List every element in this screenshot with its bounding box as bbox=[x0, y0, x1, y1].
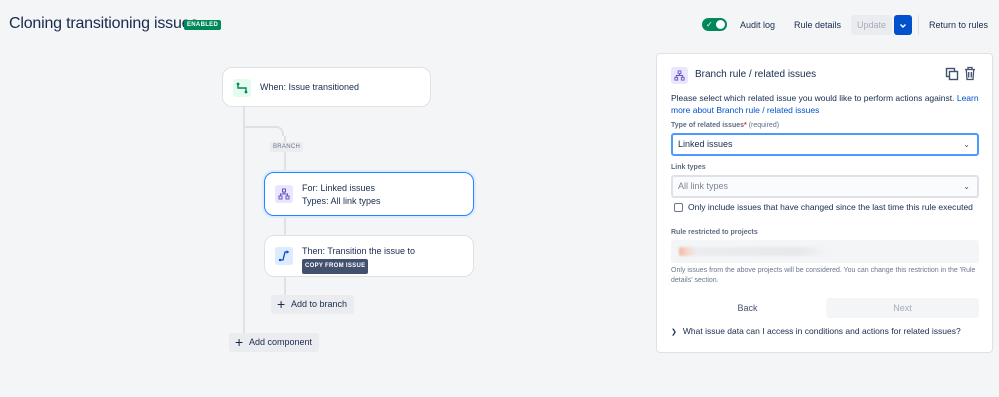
description-text: Please select which related issue you wo… bbox=[671, 93, 957, 103]
branch-tree-icon bbox=[671, 67, 688, 84]
add-to-branch-button[interactable]: + Add to branch bbox=[271, 295, 354, 314]
faq-text: What issue data can I access in conditio… bbox=[682, 326, 961, 336]
branch-card-text: For: Linked issues Types: All link types bbox=[302, 182, 381, 208]
restricted-projects-field bbox=[671, 240, 979, 263]
audit-log-button[interactable]: Audit log bbox=[740, 15, 775, 35]
changed-issues-checkbox[interactable] bbox=[674, 203, 683, 212]
required-text: (required) bbox=[748, 122, 780, 129]
checkbox-label[interactable]: Only include issues that have changed si… bbox=[688, 202, 973, 212]
transition-icon bbox=[233, 79, 251, 97]
link-types-select[interactable]: All link types ⌄ bbox=[671, 175, 979, 198]
redacted-project-name bbox=[679, 247, 829, 256]
update-button[interactable]: Update bbox=[851, 15, 892, 35]
copy-from-issue-tag: COPY FROM ISSUE bbox=[302, 259, 369, 274]
rule-enabled-toggle[interactable]: ✓ bbox=[702, 18, 727, 31]
panel-title: Branch rule / related issues bbox=[695, 69, 817, 80]
related-issue-type-select[interactable]: Linked issues ⌄ bbox=[671, 133, 979, 156]
action-card-line1: Then: Transition the issue to bbox=[302, 246, 416, 256]
select-value: Linked issues bbox=[678, 139, 733, 149]
branch-tree-icon bbox=[275, 185, 293, 203]
connector-line bbox=[243, 126, 277, 128]
action-card-text: Then: Transition the issue to COPY FROM … bbox=[302, 245, 415, 274]
branch-card-line1: For: Linked issues bbox=[302, 183, 376, 193]
add-component-label: Add component bbox=[249, 337, 313, 347]
copy-icon[interactable] bbox=[945, 67, 959, 83]
next-button[interactable]: Next bbox=[826, 298, 979, 318]
trigger-card[interactable]: When: Issue transitioned bbox=[222, 67, 431, 107]
component-config-panel: Branch rule / related issues Please sele… bbox=[656, 53, 993, 353]
add-component-button[interactable]: + Add component bbox=[229, 333, 319, 352]
transition-arrow-icon bbox=[275, 247, 293, 265]
action-card[interactable]: Then: Transition the issue to COPY FROM … bbox=[264, 235, 474, 277]
add-to-branch-label: Add to branch bbox=[291, 299, 348, 309]
status-badge: ENABLED bbox=[184, 20, 222, 30]
type-label-text: Type of related issues bbox=[671, 122, 745, 129]
header-divider bbox=[918, 15, 919, 35]
chevron-down-icon: ⌄ bbox=[963, 182, 970, 191]
branch-label: BRANCH bbox=[270, 142, 304, 152]
plus-icon: + bbox=[277, 296, 286, 312]
check-icon: ✓ bbox=[706, 20, 713, 29]
link-types-label: Link types bbox=[671, 164, 706, 171]
chevron-right-icon: ❯ bbox=[671, 329, 677, 336]
chevron-down-icon bbox=[900, 23, 906, 28]
chevron-down-icon: ⌄ bbox=[963, 140, 970, 149]
required-mark: * bbox=[744, 122, 747, 129]
branch-card[interactable]: For: Linked issues Types: All link types bbox=[264, 172, 474, 216]
update-options-button[interactable] bbox=[894, 15, 912, 35]
issue-data-expander[interactable]: ❯ What issue data can I access in conditi… bbox=[671, 326, 961, 336]
plus-icon: + bbox=[235, 334, 244, 350]
rule-details-button[interactable]: Rule details bbox=[794, 15, 841, 35]
trigger-text: When: Issue transitioned bbox=[260, 82, 360, 92]
projects-note: Only issues from the above projects will… bbox=[671, 267, 976, 284]
type-field-label: Type of related issues* (required) bbox=[671, 122, 779, 129]
back-button[interactable]: Back bbox=[671, 298, 824, 318]
trash-icon[interactable] bbox=[963, 66, 977, 83]
projects-label: Rule restricted to projects bbox=[671, 229, 758, 236]
toggle-knob bbox=[716, 20, 725, 29]
header-bar: Cloning transitioning issues ENABLED ✓ A… bbox=[0, 0, 999, 52]
connector-line bbox=[243, 106, 245, 340]
return-to-rules-button[interactable]: Return to rules bbox=[929, 15, 988, 35]
page-title: Cloning transitioning issues bbox=[9, 15, 199, 32]
branch-card-line2: Types: All link types bbox=[302, 196, 381, 206]
panel-description: Please select which related issue you wo… bbox=[671, 92, 983, 116]
connector-line bbox=[276, 126, 284, 136]
select-placeholder: All link types bbox=[678, 181, 729, 191]
